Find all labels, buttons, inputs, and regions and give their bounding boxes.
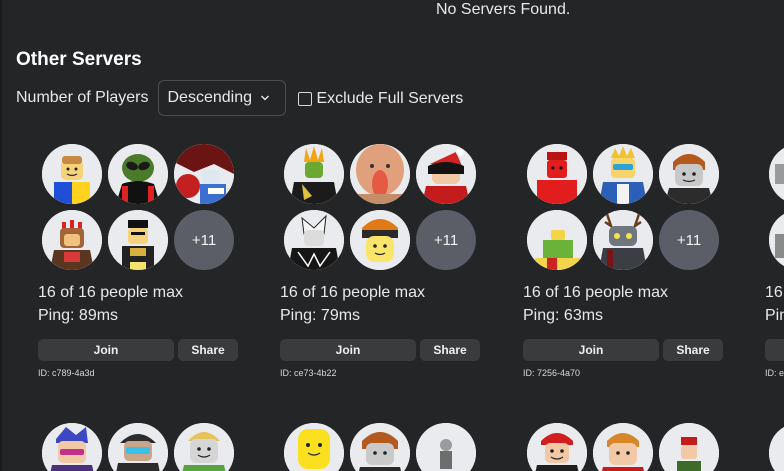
player-count: 16 of 16 people max <box>38 284 183 301</box>
player-avatar[interactable] <box>593 144 653 204</box>
avatar-image <box>416 144 476 204</box>
avatar-image <box>659 144 719 204</box>
avatar-image <box>108 210 168 270</box>
player-avatar[interactable] <box>42 423 102 471</box>
player-avatar[interactable] <box>108 210 168 270</box>
section-title: Other Servers <box>16 49 142 70</box>
player-avatar[interactable] <box>284 423 344 471</box>
avatar-image <box>108 423 168 471</box>
player-count: 16 of 16 people max <box>280 284 425 301</box>
share-button[interactable]: Share <box>420 339 480 361</box>
left-divider <box>0 0 2 471</box>
more-players-count: +11 <box>676 231 702 249</box>
avatar-image <box>108 144 168 204</box>
player-avatar[interactable] <box>769 423 784 471</box>
player-avatar[interactable] <box>593 210 653 270</box>
avatar-image <box>174 144 234 204</box>
avatar-image <box>284 144 344 204</box>
join-button[interactable] <box>765 339 784 361</box>
player-count: 16 of 16 people max <box>523 284 668 301</box>
avatar-image <box>527 210 587 270</box>
join-button[interactable]: Join <box>523 339 659 361</box>
player-count: 16 <box>765 284 783 301</box>
sort-label: Number of Players <box>16 89 149 106</box>
ping-value: Ping: 63ms <box>523 307 604 324</box>
player-avatar[interactable] <box>659 423 719 471</box>
server-id: ID: c789-4a3d <box>38 368 95 378</box>
share-button[interactable]: Share <box>178 339 238 361</box>
chevron-down-icon <box>261 95 269 101</box>
player-avatar[interactable] <box>593 423 653 471</box>
server-card: +11 16 of 16 people max Ping: 63ms Join … <box>523 143 725 383</box>
player-avatar[interactable] <box>659 144 719 204</box>
avatar-image <box>659 423 719 471</box>
more-players-badge[interactable]: +11 <box>174 210 234 270</box>
no-servers-message: No Servers Found. <box>436 1 571 18</box>
server-id: ID: e <box>765 368 784 378</box>
player-avatar[interactable] <box>350 144 410 204</box>
avatar-image <box>42 144 102 204</box>
join-button[interactable]: Join <box>280 339 416 361</box>
player-avatar[interactable] <box>174 423 234 471</box>
avatar-image <box>527 144 587 204</box>
avatar-image <box>593 144 653 204</box>
share-button[interactable]: Share <box>663 339 723 361</box>
avatar-image <box>174 423 234 471</box>
server-card: 16 Pin ID: e <box>765 143 784 383</box>
player-avatar[interactable] <box>42 210 102 270</box>
player-avatar[interactable] <box>527 144 587 204</box>
join-button[interactable]: Join <box>38 339 174 361</box>
server-id: ID: ce73-4b22 <box>280 368 337 378</box>
player-avatar[interactable] <box>174 144 234 204</box>
avatar-image <box>42 210 102 270</box>
player-avatar[interactable] <box>350 210 410 270</box>
avatar-image <box>350 144 410 204</box>
player-avatar[interactable] <box>769 144 784 204</box>
ping-value: Ping: 89ms <box>38 307 119 324</box>
player-avatar[interactable] <box>769 210 784 270</box>
avatar-image <box>769 423 784 471</box>
player-avatar[interactable] <box>527 210 587 270</box>
avatar-image <box>416 423 476 471</box>
server-card <box>280 423 482 471</box>
avatar-image <box>350 210 410 270</box>
player-avatar[interactable] <box>42 144 102 204</box>
player-avatar[interactable] <box>350 423 410 471</box>
player-avatar[interactable] <box>284 144 344 204</box>
avatar-image <box>284 210 344 270</box>
avatar-image <box>284 423 344 471</box>
more-players-count: +11 <box>433 231 459 249</box>
more-players-badge[interactable]: +11 <box>416 210 476 270</box>
sort-controls: Number of Players Descending Exclude Ful… <box>16 80 463 116</box>
avatar-image <box>527 423 587 471</box>
sort-order-value: Descending <box>167 89 253 106</box>
exclude-full-toggle[interactable]: Exclude Full Servers <box>297 90 464 108</box>
avatar-image <box>769 210 784 270</box>
player-avatar[interactable] <box>284 210 344 270</box>
player-avatar[interactable] <box>416 423 476 471</box>
server-card: +11 16 of 16 people max Ping: 79ms Join … <box>280 143 482 383</box>
server-browser: No Servers Found. Other Servers Number o… <box>0 0 784 471</box>
player-avatar[interactable] <box>108 144 168 204</box>
avatar-image <box>350 423 410 471</box>
player-avatar[interactable] <box>108 423 168 471</box>
ping-value: Ping: 79ms <box>280 307 361 324</box>
server-card <box>38 423 240 471</box>
avatar-image <box>769 144 784 204</box>
avatar-image <box>593 423 653 471</box>
avatar-image <box>593 210 653 270</box>
more-players-count: +11 <box>191 231 217 249</box>
server-card <box>765 423 784 471</box>
sort-order-dropdown[interactable]: Descending <box>157 80 286 116</box>
player-avatar[interactable] <box>527 423 587 471</box>
more-players-badge[interactable]: +11 <box>659 210 719 270</box>
server-card: +11 16 of 16 people max Ping: 89ms Join … <box>38 143 240 383</box>
server-id: ID: 7256-4a70 <box>523 368 581 378</box>
ping-value: Pin <box>765 307 784 324</box>
avatar-image <box>42 423 102 471</box>
exclude-full-checkbox[interactable] <box>297 92 312 106</box>
exclude-full-label: Exclude Full Servers <box>316 90 464 107</box>
server-card <box>523 423 725 471</box>
player-avatar[interactable] <box>416 144 476 204</box>
